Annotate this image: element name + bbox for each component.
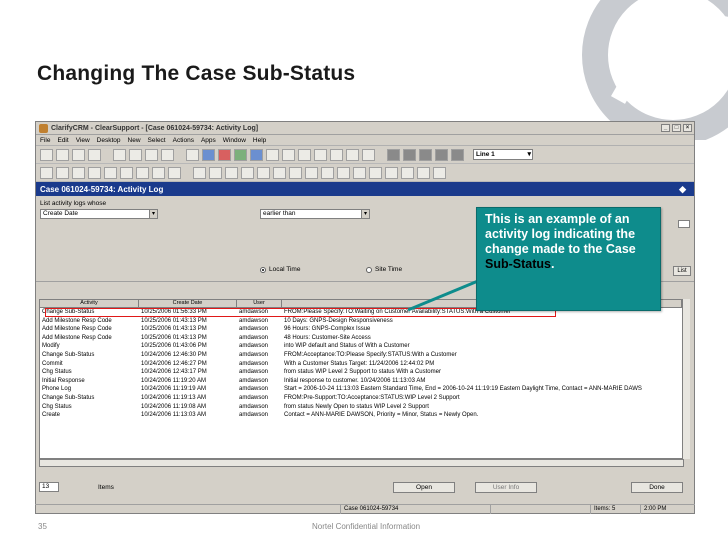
cell-notes: FROM:Pre-Support:TO:Acceptance:STATUS:WI… (284, 394, 460, 401)
cell-activity: Change Sub-Status (42, 309, 95, 315)
cell-user: amdawson (239, 394, 269, 401)
user-info-button[interactable]: User Info (475, 482, 537, 493)
grid-region: Activity Create Date User Change Sub-Sta… (35, 121, 695, 514)
cell-create-date: 10/24/2006 11:19:08 AM (141, 403, 206, 410)
cell-user: amdawson (239, 369, 269, 376)
cell-create-date: 10/24/2006 11:19:13 AM (141, 394, 206, 401)
vertical-scrollbar[interactable] (682, 299, 690, 459)
done-button[interactable]: Done (631, 482, 683, 493)
col-user[interactable]: User (237, 300, 282, 307)
cell-activity: Add Milestone Resp Code (42, 334, 112, 341)
table-row[interactable]: Change Sub-Status 10/24/2006 12:46:30 PM a… (40, 351, 683, 360)
table-row[interactable]: Create 10/24/2006 11:13:03 AM amdawson Cont… (40, 411, 683, 420)
cell-create-date: 10/25/2006 01:43:13 PM (141, 317, 207, 324)
callout-emphasis: Sub-Status (485, 257, 551, 271)
cell-activity: Initial Response (42, 377, 85, 384)
cell-activity: Chg Status (42, 403, 72, 410)
nortel-logo (582, 0, 728, 140)
cell-user: amdawson (239, 412, 269, 419)
cell-user: amdawson (239, 334, 269, 341)
cell-activity: Create (42, 412, 61, 419)
cell-notes: Start = 2006-10-24 11:13:03 Eastern Stan… (284, 386, 642, 393)
cell-user: amdawson (239, 386, 269, 393)
callout-text: This is an example of an activity log in… (485, 212, 636, 256)
table-row[interactable]: Commit 10/24/2006 12:46:27 PM amdawson With… (40, 360, 683, 369)
open-button[interactable]: Open (393, 482, 455, 493)
cell-create-date: 10/24/2006 12:46:30 PM (141, 351, 207, 358)
cell-activity: Modify (42, 343, 60, 350)
status-time: 2:00 PM (644, 506, 667, 512)
cell-user: amdawson (239, 326, 269, 333)
cell-activity: Add Milestone Resp Code (42, 317, 112, 324)
cell-create-date: 10/25/2006 01:56:33 PM (141, 309, 207, 315)
table-row[interactable]: Add Milestone Resp Code 10/25/2006 01:43:… (40, 325, 683, 334)
table-row[interactable]: Add Milestone Resp Code 10/25/2006 01:43:… (40, 317, 683, 326)
status-items: Items: 5 (591, 505, 641, 514)
horizontal-scrollbar[interactable] (39, 459, 684, 467)
table-row[interactable]: Phone Log 10/24/2006 11:19:19 AM amdawson S… (40, 385, 683, 394)
table-row[interactable]: Add Milestone Resp Code 10/25/2006 01:43:… (40, 334, 683, 343)
cell-user: amdawson (239, 377, 269, 384)
col-activity[interactable]: Activity (40, 300, 139, 307)
cell-create-date: 10/25/2006 01:43:06 PM (141, 343, 207, 350)
cell-create-date: 10/25/2006 01:43:13 PM (141, 334, 207, 341)
cell-activity: Chg Status (42, 369, 72, 376)
callout-box: This is an example of an activity log in… (476, 207, 661, 311)
table-row[interactable]: Change Sub-Status 10/24/2006 11:19:13 AM a… (40, 394, 683, 403)
cell-notes: from status WIP Level 2 Support to statu… (284, 369, 441, 376)
cell-activity: Phone Log (42, 386, 72, 393)
cell-create-date: 10/24/2006 12:43:17 PM (141, 369, 207, 376)
cell-notes: 96 Hours: GNPS-Complex Issue (284, 326, 371, 333)
status-bar: Case 061024-59734 Items: 5 2:00 PM (35, 504, 695, 514)
cell-create-date: 10/24/2006 11:13:03 AM (141, 412, 206, 419)
slide-title: Changing The Case Sub-Status (37, 62, 356, 85)
cell-notes: FROM:Acceptance:TO:Please Specify:STATUS… (284, 351, 457, 358)
table-row[interactable]: Modify 10/25/2006 01:43:06 PM amdawson into… (40, 342, 683, 351)
cell-notes: 48 Hours: Customer-Site Access (284, 334, 371, 341)
cell-activity: Change Sub-Status (42, 394, 95, 401)
callout-tail: . (550, 257, 555, 271)
cell-activity: Change Sub-Status (42, 351, 95, 358)
cell-user: amdawson (239, 403, 269, 410)
cell-activity: Commit (42, 360, 63, 367)
table-row[interactable]: Chg Status 10/24/2006 11:19:08 AM amdawson… (40, 403, 683, 412)
status-case: Case 061024-59734 (341, 505, 491, 514)
cell-notes: from status Newly Open to status WIP Lev… (284, 403, 429, 410)
cell-notes: With a Customer Status Target: 11/24/200… (284, 360, 435, 367)
cell-notes: Contact = ANN-MARIE DAWSON, Priority = M… (284, 412, 479, 419)
cell-user: amdawson (239, 317, 269, 324)
cell-notes: into WIP default and Status of With a Cu… (284, 343, 410, 350)
activity-grid: Activity Create Date User Change Sub-Sta… (39, 299, 684, 459)
table-row[interactable]: Chg Status 10/24/2006 12:43:17 PM amdawson… (40, 368, 683, 377)
page-number: 35 (38, 522, 47, 531)
cell-create-date: 10/24/2006 11:19:20 AM (141, 377, 206, 384)
cell-create-date: 10/24/2006 11:19:19 AM (141, 386, 206, 393)
items-label: Items (98, 484, 114, 491)
cell-activity: Add Milestone Resp Code (42, 326, 112, 333)
cell-notes: 10 Days: GNPS-Design Responsiveness (284, 317, 393, 324)
col-create-date[interactable]: Create Date (139, 300, 237, 307)
cell-user: amdawson (239, 360, 269, 367)
cell-create-date: 10/25/2006 01:43:13 PM (141, 326, 207, 333)
cell-user: amdawson (239, 351, 269, 358)
cell-user: amdawson (239, 343, 269, 350)
cell-create-date: 10/24/2006 12:46:27 PM (141, 360, 207, 367)
items-count: 13 (39, 482, 59, 492)
cell-notes: Initial response to customer. 10/24/2006… (284, 377, 426, 384)
footer-text: Nortel Confidential Information (312, 522, 421, 531)
cell-user: amdawson (239, 309, 269, 315)
table-row[interactable]: Initial Response 10/24/2006 11:19:20 AM am… (40, 377, 683, 386)
